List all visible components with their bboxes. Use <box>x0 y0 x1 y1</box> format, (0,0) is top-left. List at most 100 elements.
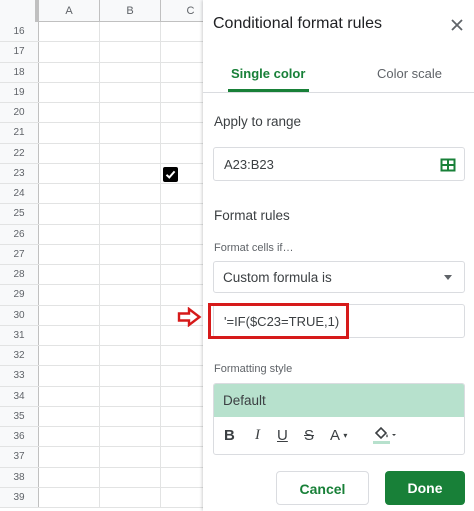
style-preview[interactable]: Default <box>214 384 464 417</box>
sheet-cell[interactable] <box>100 386 161 406</box>
row-number[interactable]: 27 <box>0 244 39 264</box>
sheet-cell[interactable] <box>161 387 203 406</box>
row-number[interactable]: 29 <box>0 285 39 305</box>
sheet-cell[interactable] <box>39 123 100 143</box>
sheet-cell[interactable] <box>100 265 161 285</box>
sheet-cell[interactable] <box>100 447 161 467</box>
sheet-cell[interactable] <box>39 346 100 366</box>
sheet-cell[interactable] <box>39 366 100 386</box>
sheet-cell[interactable] <box>100 103 161 123</box>
strikethrough-button[interactable]: S <box>304 427 314 444</box>
sheet-cell[interactable] <box>100 22 161 42</box>
sheet-cell[interactable] <box>161 468 203 487</box>
sheet-cell[interactable] <box>39 427 100 447</box>
column-header-a[interactable]: A <box>39 0 100 21</box>
sheet-cell[interactable] <box>39 82 100 102</box>
sheet-cell[interactable] <box>161 285 203 304</box>
sheet-cell[interactable] <box>161 63 203 82</box>
sheet-cell[interactable] <box>39 22 100 42</box>
row-number[interactable]: 28 <box>0 265 39 285</box>
sheet-cell[interactable] <box>39 163 100 183</box>
sheet-cell[interactable] <box>161 366 203 385</box>
sheet-cell[interactable] <box>39 204 100 224</box>
sheet-cell[interactable] <box>100 244 161 264</box>
bold-button[interactable]: B <box>224 427 235 444</box>
sheet-cell[interactable] <box>100 123 161 143</box>
sheet-cell[interactable] <box>100 487 161 507</box>
sheet-cell[interactable] <box>161 225 203 244</box>
sheet-cell[interactable] <box>161 346 203 365</box>
sheet-cell[interactable] <box>39 487 100 507</box>
sheet-cell[interactable] <box>100 184 161 204</box>
text-color-button[interactable]: A ▾ <box>330 427 347 444</box>
sheet-cell[interactable] <box>100 224 161 244</box>
sheet-cell[interactable] <box>39 285 100 305</box>
sheet-cell[interactable] <box>161 144 203 163</box>
sheet-cell[interactable] <box>39 184 100 204</box>
row-number[interactable]: 21 <box>0 123 39 143</box>
row-number[interactable]: 39 <box>0 487 39 507</box>
sheet-cell[interactable] <box>161 427 203 446</box>
fill-color-button[interactable] <box>372 425 398 449</box>
grid-range-icon[interactable] <box>440 157 456 173</box>
sheet-cell[interactable] <box>39 386 100 406</box>
sheet-cell[interactable] <box>39 42 100 62</box>
row-number[interactable]: 32 <box>0 346 39 366</box>
sheet-cell[interactable] <box>100 62 161 82</box>
sheet-cell[interactable] <box>100 325 161 345</box>
sheet-cell[interactable] <box>39 62 100 82</box>
sheet-cell[interactable] <box>100 143 161 163</box>
range-input[interactable]: A23:B23 <box>213 147 465 181</box>
sheet-cell[interactable] <box>161 103 203 122</box>
row-number[interactable]: 18 <box>0 62 39 82</box>
sheet-cell[interactable] <box>161 407 203 426</box>
sheet-cell[interactable] <box>161 447 203 466</box>
sheet-cell[interactable] <box>100 467 161 487</box>
row-number[interactable]: 31 <box>0 325 39 345</box>
column-header-c[interactable]: C <box>161 0 203 21</box>
sheet-cell[interactable] <box>39 103 100 123</box>
row-number[interactable]: 26 <box>0 224 39 244</box>
sheet-cell[interactable] <box>100 163 161 183</box>
tab-single-color[interactable]: Single color <box>231 66 305 81</box>
row-number[interactable]: 19 <box>0 82 39 102</box>
sheet-cell[interactable] <box>100 427 161 447</box>
row-number[interactable]: 30 <box>0 305 39 325</box>
sheet-cell[interactable] <box>39 224 100 244</box>
tab-color-scale[interactable]: Color scale <box>377 66 442 81</box>
sheet-cell[interactable] <box>39 143 100 163</box>
row-number[interactable]: 34 <box>0 386 39 406</box>
row-number[interactable]: 22 <box>0 143 39 163</box>
row-number[interactable]: 17 <box>0 42 39 62</box>
checkbox-checked-icon[interactable] <box>163 167 178 182</box>
sheet-cell[interactable] <box>39 467 100 487</box>
row-number[interactable]: 38 <box>0 467 39 487</box>
cancel-button[interactable]: Cancel <box>276 471 369 505</box>
sheet-cell[interactable] <box>100 366 161 386</box>
row-number[interactable]: 23 <box>0 163 39 183</box>
sheet-cell[interactable] <box>39 265 100 285</box>
sheet-cell[interactable] <box>39 325 100 345</box>
row-number[interactable]: 37 <box>0 447 39 467</box>
select-all-corner[interactable] <box>0 0 39 22</box>
column-header-b[interactable]: B <box>100 0 161 21</box>
sheet-cell[interactable] <box>39 244 100 264</box>
row-number[interactable]: 25 <box>0 204 39 224</box>
sheet-cell[interactable] <box>161 184 203 203</box>
row-number[interactable]: 33 <box>0 366 39 386</box>
sheet-cell[interactable] <box>161 245 203 264</box>
sheet-cell[interactable] <box>161 204 203 223</box>
sheet-cell[interactable] <box>100 285 161 305</box>
sheet-cell[interactable] <box>161 123 203 142</box>
sheet-cell[interactable] <box>100 82 161 102</box>
sheet-cell[interactable] <box>100 42 161 62</box>
row-number[interactable]: 20 <box>0 103 39 123</box>
sheet-cell[interactable] <box>100 204 161 224</box>
sheet-cell[interactable] <box>39 406 100 426</box>
sheet-cell[interactable] <box>39 447 100 467</box>
sheet-cell[interactable] <box>161 326 203 345</box>
row-number[interactable]: 16 <box>0 22 39 42</box>
sheet-cell[interactable] <box>161 488 203 507</box>
sheet-cell[interactable] <box>100 346 161 366</box>
sheet-cell[interactable] <box>100 305 161 325</box>
